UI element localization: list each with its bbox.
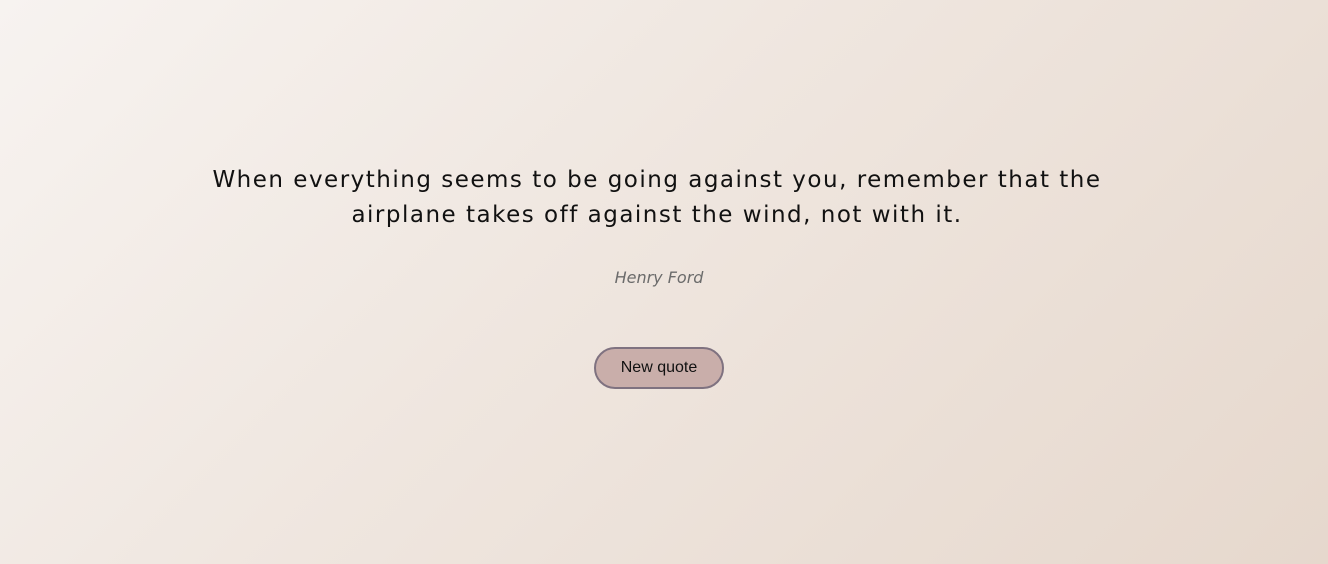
quote-author: Henry Ford — [614, 268, 704, 287]
new-quote-button[interactable]: New quote — [594, 347, 724, 389]
quote-box: When everything seems to be going agains… — [0, 0, 1328, 564]
quote-text: When everything seems to be going agains… — [212, 167, 1102, 228]
